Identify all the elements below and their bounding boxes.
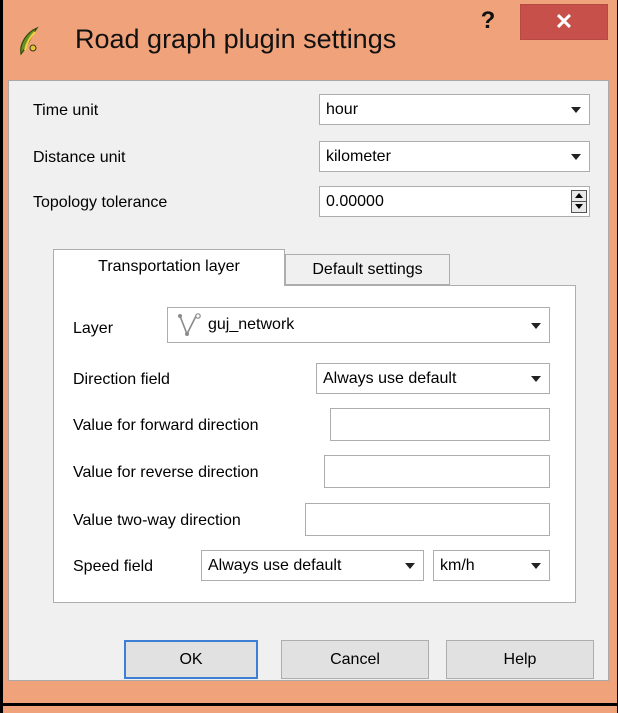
chevron-down-icon <box>531 376 541 382</box>
spin-down-icon[interactable] <box>575 204 583 209</box>
spin-divider <box>572 201 586 202</box>
chevron-down-icon <box>531 323 541 329</box>
reverse-direction-input[interactable] <box>324 455 550 488</box>
distance-unit-combo[interactable]: kilometer <box>319 141 590 172</box>
forward-direction-input[interactable] <box>330 408 550 441</box>
spin-up-icon[interactable] <box>575 193 583 198</box>
window-title: Road graph plugin settings <box>75 24 397 54</box>
cancel-button[interactable]: Cancel <box>281 640 429 679</box>
reverse-direction-label: Value for reverse direction <box>73 464 259 481</box>
speed-field-label: Speed field <box>73 558 154 575</box>
time-unit-combo[interactable]: hour <box>319 94 590 125</box>
window-bottom-border <box>3 703 618 706</box>
twoway-direction-label: Value two-way direction <box>73 512 241 529</box>
topology-tolerance-spinbox[interactable]: 0.00000 <box>319 186 590 217</box>
topology-tolerance-value: 0.00000 <box>326 193 384 210</box>
close-button[interactable]: ✕ <box>520 4 608 40</box>
transportation-layer-panel: Layer guj_network Direction field Always… <box>53 285 576 603</box>
distance-unit-value: kilometer <box>326 148 391 165</box>
tab-transportation-layer[interactable]: Transportation layer <box>53 249 285 286</box>
distance-unit-label: Distance unit <box>33 149 126 166</box>
tab-transportation-layer-label: Transportation layer <box>98 258 240 275</box>
time-unit-value: hour <box>326 101 359 118</box>
tab-default-settings-label: Default settings <box>312 261 423 278</box>
chevron-down-icon <box>531 563 541 569</box>
chevron-down-icon <box>405 563 415 569</box>
dialog-window: Road graph plugin settings ? ✕ Time unit… <box>0 0 618 713</box>
topology-tolerance-label: Topology tolerance <box>33 194 168 211</box>
spin-buttons[interactable] <box>571 190 587 213</box>
speed-field-combo[interactable]: Always use default <box>201 550 424 581</box>
speed-unit-value: km/h <box>440 557 475 574</box>
context-help-button[interactable]: ? <box>471 6 505 36</box>
dialog-body: Time unit hour Distance unit kilometer T… <box>8 80 609 681</box>
qgis-icon <box>17 26 41 56</box>
chevron-down-icon <box>571 154 581 160</box>
layer-label: Layer <box>73 320 114 337</box>
speed-field-value: Always use default <box>208 557 342 574</box>
direction-field-combo[interactable]: Always use default <box>316 363 550 394</box>
forward-direction-label: Value for forward direction <box>73 417 259 434</box>
direction-field-value: Always use default <box>323 370 457 387</box>
line-layer-icon <box>178 312 204 338</box>
title-bar[interactable]: Road graph plugin settings ? ✕ <box>3 0 617 80</box>
chevron-down-icon <box>571 107 581 113</box>
tab-default-settings[interactable]: Default settings <box>285 254 450 285</box>
help-button[interactable]: Help <box>446 640 594 679</box>
layer-combo[interactable]: guj_network <box>167 307 550 343</box>
layer-value: guj_network <box>208 316 295 333</box>
ok-button[interactable]: OK <box>124 640 258 679</box>
speed-unit-combo[interactable]: km/h <box>433 550 550 581</box>
time-unit-label: Time unit <box>33 102 99 119</box>
twoway-direction-input[interactable] <box>305 503 550 536</box>
direction-field-label: Direction field <box>73 371 170 388</box>
